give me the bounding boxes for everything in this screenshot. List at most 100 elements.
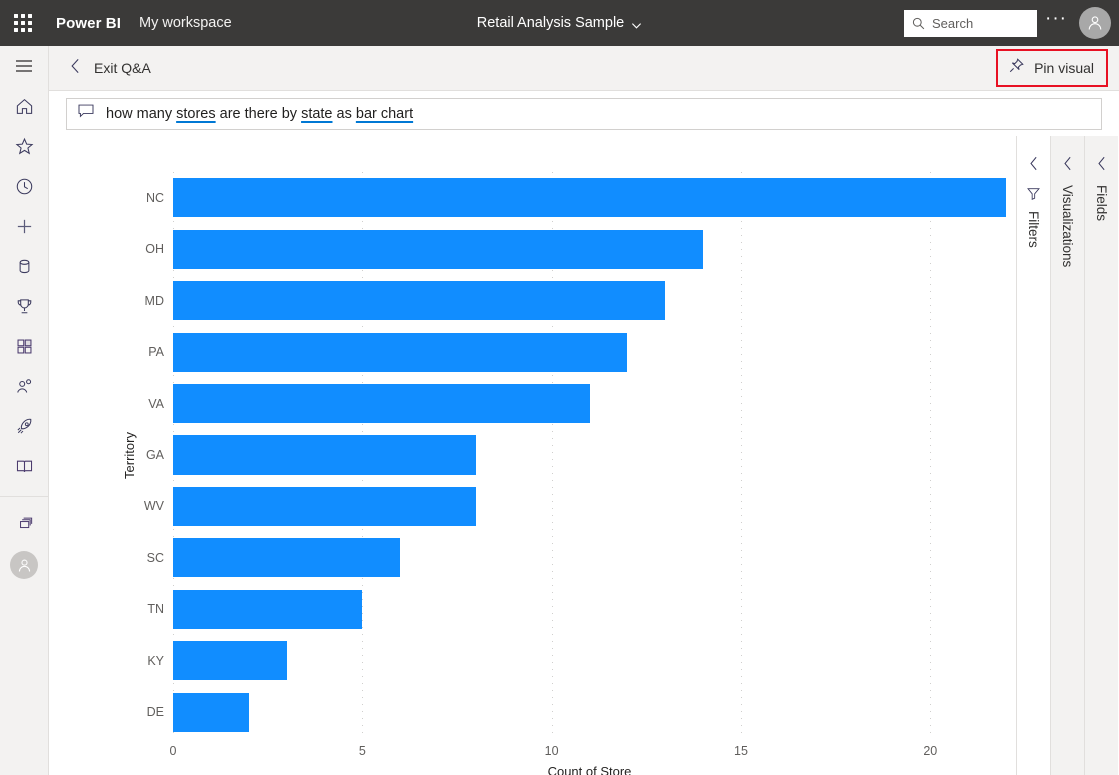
x-axis-tick-label: 15 (734, 744, 748, 758)
y-axis-labels: NCOHMDPAVAGAWVSCTNKYDE (137, 172, 173, 738)
sidebar-item-learn[interactable] (0, 446, 49, 486)
topbar-right-actions: Search ··· (904, 0, 1119, 46)
bar-OH[interactable] (173, 230, 703, 269)
visualizations-pane-label[interactable]: Visualizations (1060, 185, 1075, 267)
bar-TN[interactable] (173, 590, 362, 629)
filter-funnel-icon (1026, 184, 1041, 202)
y-axis-tick-label: WV (137, 481, 173, 532)
sidebar-item-recent[interactable] (0, 166, 49, 206)
bar-row[interactable] (173, 584, 1006, 635)
y-axis-tick-label: PA (137, 326, 173, 377)
bar-DE[interactable] (173, 693, 249, 732)
sidebar-item-home[interactable] (0, 86, 49, 126)
user-avatar-icon[interactable] (1079, 7, 1111, 39)
x-axis-tick-label: 10 (545, 744, 559, 758)
nav-toggle[interactable] (0, 46, 49, 86)
y-axis-tick-label: GA (137, 429, 173, 480)
y-axis-title: Territory (119, 172, 139, 738)
sidebar-item-deployment[interactable] (0, 406, 49, 446)
filters-pane-collapsed[interactable]: Filters (1016, 136, 1050, 775)
bar-row[interactable] (173, 481, 1006, 532)
fields-pane-label[interactable]: Fields (1094, 185, 1109, 221)
sidebar-divider (0, 496, 49, 497)
bar-GA[interactable] (173, 435, 476, 474)
y-axis-tick-label: TN (137, 584, 173, 635)
exit-qa-label: Exit Q&A (94, 60, 151, 76)
qa-token-recognized: bar chart (356, 106, 413, 122)
left-navigation-rail (0, 46, 49, 775)
bar-row[interactable] (173, 687, 1006, 738)
bar-row[interactable] (173, 532, 1006, 583)
bar-row[interactable] (173, 223, 1006, 274)
expand-visualizations-chevron-left-icon[interactable] (1063, 150, 1073, 176)
top-navigation-bar: Power BI My workspace Retail Analysis Sa… (0, 0, 1119, 46)
sidebar-item-datahub[interactable] (0, 246, 49, 286)
sidebar-item-favorites[interactable] (0, 126, 49, 166)
user-avatar-icon (10, 551, 38, 579)
y-axis-tick-label: VA (137, 378, 173, 429)
filters-pane-label[interactable]: Filters (1026, 211, 1041, 248)
app-launcher-icon[interactable] (0, 0, 46, 46)
x-axis-tick-label: 0 (170, 744, 177, 758)
bar-row[interactable] (173, 326, 1006, 377)
sidebar-item-my-workspace[interactable] (0, 545, 49, 585)
qa-query-text: how many stores are there by state as ba… (106, 106, 413, 122)
sidebar-item-workspaces[interactable] (0, 505, 49, 545)
report-title-label: Retail Analysis Sample (477, 15, 625, 31)
bar-row[interactable] (173, 429, 1006, 480)
fields-pane-collapsed[interactable]: Fields (1084, 136, 1118, 775)
x-axis-tick-label: 5 (359, 744, 366, 758)
expand-fields-chevron-left-icon[interactable] (1097, 150, 1107, 176)
x-axis-ticks: 0 5 10 15 20 (173, 738, 1006, 764)
qa-result-visual[interactable]: Territory NCOHMDPAVAGAWVSCTNKYDE 0 5 10 15 2… (49, 136, 1016, 775)
bar-VA[interactable] (173, 384, 590, 423)
sidebar-item-goals[interactable] (0, 286, 49, 326)
sidebar-item-shared[interactable] (0, 366, 49, 406)
bar-KY[interactable] (173, 641, 287, 680)
bar-row[interactable] (173, 378, 1006, 429)
qa-token-plain: how many (106, 106, 176, 122)
pin-icon (1008, 57, 1025, 79)
x-axis-tick-label: 20 (923, 744, 937, 758)
bar-row[interactable] (173, 275, 1006, 326)
report-title-dropdown[interactable]: Retail Analysis Sample (477, 15, 643, 31)
bar-MD[interactable] (173, 281, 665, 320)
sidebar-item-create[interactable] (0, 206, 49, 246)
bar-SC[interactable] (173, 538, 400, 577)
bar-chart: Territory NCOHMDPAVAGAWVSCTNKYDE 0510152… (111, 172, 1006, 738)
search-input[interactable]: Search (904, 10, 1037, 37)
x-axis-title: Count of Store (173, 764, 1006, 775)
pin-visual-label: Pin visual (1034, 60, 1094, 76)
qa-token-plain: are there by (216, 106, 301, 122)
bar-row[interactable] (173, 635, 1006, 686)
qa-toolbar: Exit Q&A Pin visual (49, 46, 1119, 91)
bar-series (173, 172, 1006, 738)
bar-row[interactable] (173, 172, 1006, 223)
qa-token-recognized: stores (176, 106, 216, 122)
bar-WV[interactable] (173, 487, 476, 526)
y-axis-tick-label: NC (137, 172, 173, 223)
exit-qa-button[interactable]: Exit Q&A (70, 58, 151, 79)
y-axis-tick-label: SC (137, 532, 173, 583)
qa-token-recognized: state (301, 106, 332, 122)
qa-query-input[interactable]: how many stores are there by state as ba… (66, 98, 1102, 130)
visualizations-pane-collapsed[interactable]: Visualizations (1050, 136, 1084, 775)
expand-filters-chevron-left-icon[interactable] (1029, 150, 1039, 176)
y-axis-tick-label: OH (137, 223, 173, 274)
search-placeholder: Search (932, 16, 973, 31)
chevron-left-icon (70, 58, 81, 79)
search-icon (912, 17, 925, 30)
workspace-breadcrumb[interactable]: My workspace (139, 15, 232, 31)
y-axis-tick-label: DE (137, 687, 173, 738)
chevron-down-icon (631, 19, 642, 30)
bar-PA[interactable] (173, 333, 627, 372)
pin-visual-button[interactable]: Pin visual (996, 49, 1108, 87)
powerbi-brand-link[interactable]: Power BI (56, 15, 121, 32)
right-side-panes: Filters Visualizations Fields (1016, 136, 1119, 775)
more-options-button[interactable]: ··· (1037, 0, 1075, 46)
sidebar-item-apps[interactable] (0, 326, 49, 366)
power-bi-qa-page: Power BI My workspace Retail Analysis Sa… (0, 0, 1119, 775)
qa-query-row: how many stores are there by state as ba… (49, 91, 1119, 136)
bar-NC[interactable] (173, 178, 1006, 217)
y-axis-tick-label: MD (137, 275, 173, 326)
